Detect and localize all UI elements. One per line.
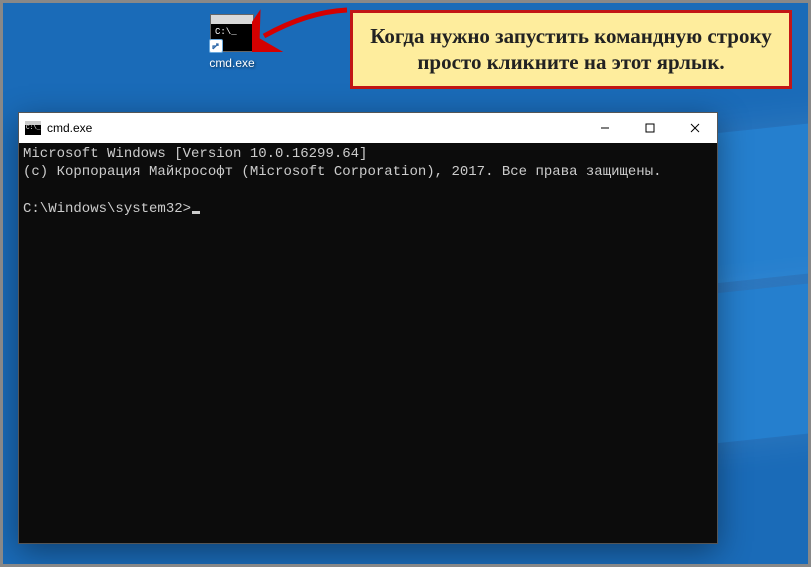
- terminal-line-version: Microsoft Windows [Version 10.0.16299.64…: [23, 146, 367, 162]
- terminal-line-copyright: (c) Корпорация Майкрософт (Microsoft Cor…: [23, 164, 662, 180]
- cmd-shortcut-mini-prompt: C:\_: [215, 27, 237, 37]
- red-arrow-icon: [252, 2, 352, 52]
- window-titlebar[interactable]: cmd.exe: [19, 113, 717, 143]
- cmd-shortcut-icon: C:\_: [210, 14, 254, 52]
- maximize-button[interactable]: [627, 113, 672, 143]
- instruction-callout: Когда нужно запустить командную строку п…: [350, 10, 792, 89]
- instruction-text: Когда нужно запустить командную строку п…: [367, 23, 775, 76]
- terminal-prompt: C:\Windows\system32>: [23, 201, 191, 217]
- window-title: cmd.exe: [47, 121, 92, 135]
- shortcut-overlay-icon: [209, 39, 223, 53]
- close-button[interactable]: [672, 113, 717, 143]
- minimize-button[interactable]: [582, 113, 627, 143]
- terminal-output[interactable]: Microsoft Windows [Version 10.0.16299.64…: [19, 143, 717, 543]
- terminal-cursor: [192, 211, 200, 214]
- cmd-shortcut-label: cmd.exe: [200, 56, 264, 70]
- cmd-app-icon: [25, 121, 41, 135]
- cmd-window: cmd.exe Microsoft Windows [Version 10.0.…: [18, 112, 718, 544]
